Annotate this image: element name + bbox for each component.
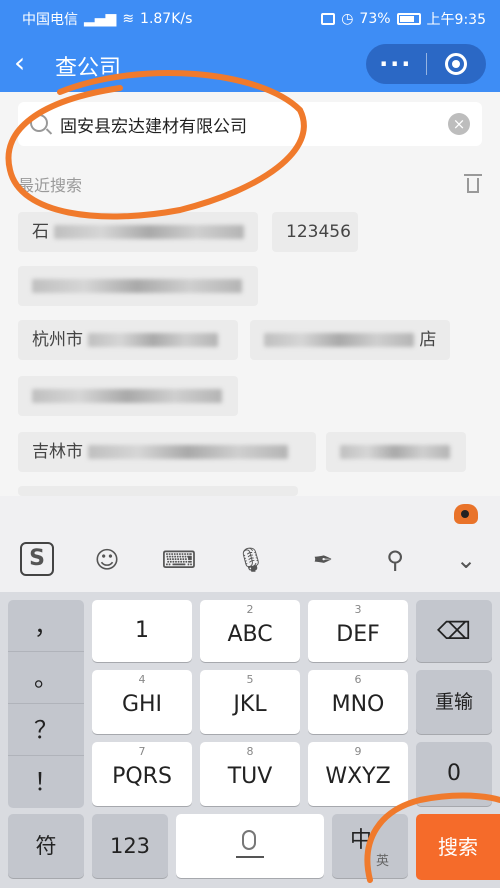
search-key[interactable]: 搜索	[416, 814, 500, 880]
wifi-icon: ≋	[122, 11, 135, 27]
handwriting-icon[interactable]: ✒	[305, 542, 341, 578]
reenter-key[interactable]: 重输	[416, 670, 492, 734]
nav-bar: ‹ 查公司 ···	[0, 36, 500, 92]
signal-icon: ▂▄▆	[84, 11, 117, 27]
history-chip[interactable]	[18, 266, 258, 306]
battery-percent: 73%	[359, 11, 391, 27]
key-0[interactable]: 0	[416, 742, 492, 806]
history-chip[interactable]	[18, 486, 298, 496]
alarm-icon: ◷	[341, 11, 354, 27]
history-chip[interactable]: 杭州市	[18, 320, 238, 360]
mini-program-capsule: ···	[366, 44, 486, 84]
symbol-key[interactable]: 符	[8, 814, 84, 878]
clock: 上午9:35	[426, 12, 486, 28]
page-title: 查公司	[55, 56, 122, 81]
search-icon	[30, 114, 48, 132]
collapse-icon[interactable]: ⌄	[448, 542, 484, 578]
redacted-text	[264, 333, 414, 347]
net-speed: 1.87K/s	[140, 11, 193, 27]
back-icon[interactable]: ‹	[14, 48, 44, 80]
key-ghi[interactable]: 4 GHI	[92, 670, 192, 734]
keyboard: S ☺ ⌨ 🎙 ✒ ⚲ ⌄ ， 。 ？ ！ 1 2 ABC 3 DEF ⌫ 4 …	[0, 496, 500, 888]
microphone-icon[interactable]: 🎙	[233, 542, 269, 578]
space-key[interactable]	[176, 814, 324, 878]
key-def[interactable]: 3 DEF	[308, 600, 408, 662]
delete-key[interactable]: ⌫	[416, 600, 492, 662]
key-pqrs[interactable]: 7 PQRS	[92, 742, 192, 806]
sogou-mascot-icon[interactable]	[454, 504, 478, 524]
redacted-text	[54, 225, 245, 239]
redacted-text	[88, 333, 219, 347]
status-bar: 中国电信 ▂▄▆ ≋ 1.87K/s ◷ 73% 上午9:35	[0, 0, 500, 36]
search-icon[interactable]: ⚲	[377, 542, 413, 578]
redacted-text	[32, 389, 222, 403]
clear-icon[interactable]: ×	[448, 113, 470, 135]
keypad: ， 。 ？ ！ 1 2 ABC 3 DEF ⌫ 4 GHI 5 JKL 6 MN	[0, 592, 500, 888]
carrier-label: 中国电信	[22, 12, 78, 28]
hd-icon	[321, 13, 336, 25]
history-chip[interactable]	[326, 432, 466, 472]
key-abc[interactable]: 2 ABC	[200, 600, 300, 662]
key-jkl[interactable]: 5 JKL	[200, 670, 300, 734]
history-title: 最近搜索	[18, 176, 83, 195]
history-chip[interactable]: 店	[250, 320, 450, 360]
trash-icon[interactable]	[464, 172, 482, 194]
punctuation-column: ， 。 ？ ！	[8, 600, 84, 808]
microphone-icon	[242, 830, 256, 850]
lang-switch-key[interactable]: 中 英	[332, 814, 408, 878]
history-header: 最近搜索	[18, 172, 482, 196]
history-chip[interactable]	[18, 376, 238, 416]
history-chip[interactable]: 石	[18, 212, 258, 252]
more-button[interactable]: ···	[366, 44, 426, 84]
history-chip[interactable]: 吉林市	[18, 432, 316, 472]
redacted-text	[32, 279, 242, 293]
key-wxyz[interactable]: 9 WXYZ	[308, 742, 408, 806]
close-mini-program-button[interactable]	[426, 53, 486, 75]
key-mno[interactable]: 6 MNO	[308, 670, 408, 734]
punct-comma-key[interactable]: ，	[8, 600, 84, 652]
search-box[interactable]: ×	[18, 102, 482, 146]
punct-period-key[interactable]: 。	[8, 652, 84, 704]
key-1[interactable]: 1	[92, 600, 192, 662]
emoji-icon[interactable]: ☺	[89, 542, 125, 578]
search-input[interactable]	[60, 110, 440, 138]
battery-icon	[396, 13, 421, 25]
redacted-text	[340, 445, 450, 459]
key-tuv[interactable]: 8 TUV	[200, 742, 300, 806]
search-area: ×	[0, 92, 500, 158]
keyboard-icon[interactable]: ⌨	[161, 542, 197, 578]
sogou-logo-icon[interactable]: S	[20, 542, 54, 576]
number-mode-key[interactable]: 123	[92, 814, 168, 878]
punct-exclaim-key[interactable]: ！	[8, 756, 84, 808]
history-chip[interactable]: 123456	[272, 212, 358, 252]
redacted-text	[88, 445, 289, 459]
target-icon	[445, 53, 468, 75]
punct-question-key[interactable]: ？	[8, 704, 84, 756]
keyboard-toolbar: S ☺ ⌨ 🎙 ✒ ⚲ ⌄	[0, 538, 500, 586]
